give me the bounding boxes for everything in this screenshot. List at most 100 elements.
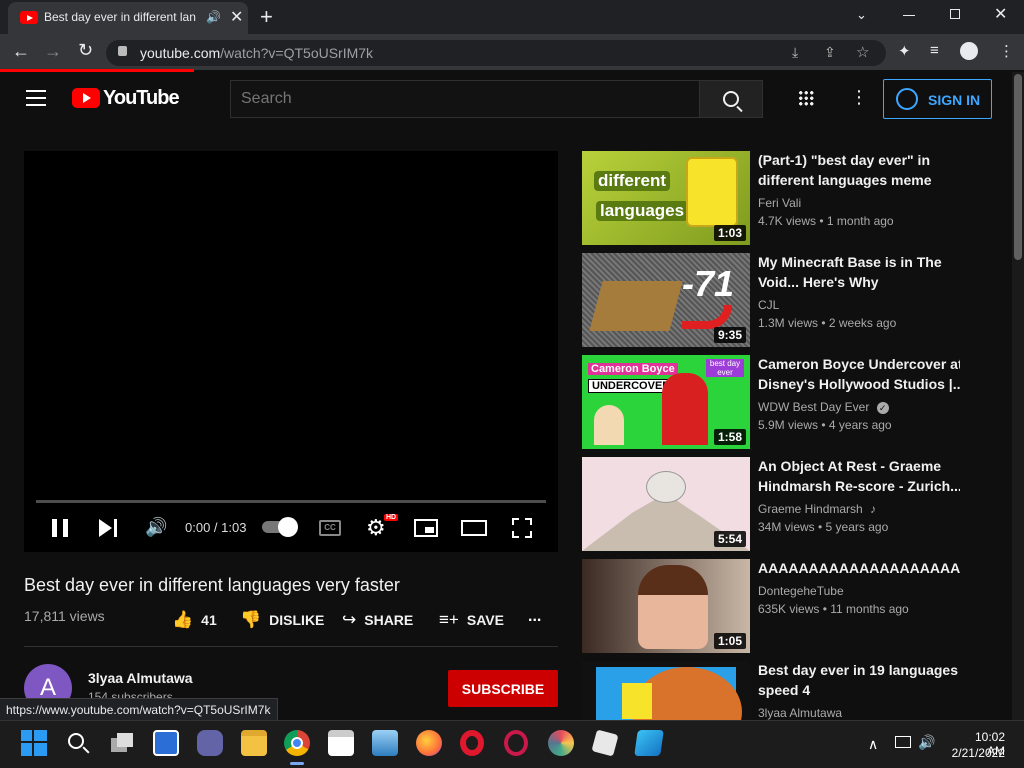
more-actions-icon[interactable]: ...	[528, 608, 541, 626]
sign-in-label: SIGN IN	[928, 92, 981, 108]
recommended-title[interactable]: speed 4	[758, 680, 960, 700]
sign-in-button[interactable]: SIGN IN	[883, 79, 992, 119]
recommended-title[interactable]: Best day ever in 19 languages	[758, 660, 960, 680]
theater-mode-icon[interactable]	[461, 520, 487, 536]
recommended-channel[interactable]: CJL	[758, 296, 779, 314]
channel-name[interactable]: 3lyaa Almutawa	[88, 670, 193, 686]
settings-dots-icon[interactable]: ⋮	[850, 87, 868, 108]
recommended-thumbnail[interactable]: different languages 1:03	[582, 151, 750, 245]
settings-gear-icon[interactable]: ⚙	[366, 515, 386, 541]
network-icon[interactable]	[895, 736, 911, 748]
browser-tab[interactable]: Best day ever in different lan 🔊 ✕	[8, 2, 248, 34]
share-page-icon[interactable]: ⇪	[824, 44, 836, 61]
recommended-thumbnail[interactable]: -71 9:35	[582, 253, 750, 347]
active-app-indicator	[290, 762, 304, 765]
photos-icon[interactable]	[372, 730, 398, 756]
recommended-title[interactable]: Cameron Boyce Undercover at	[758, 354, 960, 374]
recommended-thumbnail[interactable]: Cameron Boyce UNDERCOVER best day ever 1…	[582, 355, 750, 449]
pause-icon[interactable]	[52, 519, 68, 537]
install-icon[interactable]: ⤓	[792, 44, 798, 61]
widgets-icon[interactable]	[153, 730, 179, 756]
bookmark-star-icon[interactable]: ☆	[856, 43, 869, 61]
youtube-logo[interactable]: YouTube	[72, 87, 180, 109]
recommended-channel[interactable]: Graeme Hindmarsh ♪	[758, 500, 876, 518]
search-taskbar-icon[interactable]	[65, 730, 91, 756]
forward-icon[interactable]: →	[44, 41, 62, 62]
speaker-icon[interactable]: 🔊	[206, 10, 221, 24]
recommended-title[interactable]: An Object At Rest - Graeme	[758, 456, 960, 476]
extensions-icon[interactable]: ✦	[898, 42, 911, 60]
recommended-meta: 1.3M views • 2 weeks ago	[758, 316, 897, 330]
hair-image	[638, 565, 708, 595]
playlist-add-icon: ≡+	[439, 610, 459, 629]
minimize-icon[interactable]	[903, 15, 915, 16]
recommended-title[interactable]: different languages meme	[758, 170, 960, 190]
subscribe-button[interactable]: SUBSCRIBE	[448, 670, 558, 707]
like-button[interactable]: 👍 41	[172, 609, 217, 631]
autoplay-toggle[interactable]	[262, 517, 298, 537]
recommended-thumbnail[interactable]: 1:05	[582, 559, 750, 653]
video-player[interactable]: 🔊 0:00 / 1:03 CC ⚙ HD	[24, 151, 558, 552]
share-button[interactable]: ↪ SHARE	[342, 609, 413, 631]
address-bar[interactable]: youtube.com/watch?v=QT5oUSrIM7k ⤓ ⇪ ☆	[106, 40, 886, 66]
miniplayer-icon[interactable]	[414, 519, 438, 537]
microsoft-store-icon[interactable]	[328, 730, 354, 756]
dislike-button[interactable]: 👎 DISLIKE	[240, 609, 324, 631]
paint-icon[interactable]	[548, 730, 574, 756]
media-control-icon[interactable]: ≡	[930, 42, 939, 59]
share-arrow-icon: ↪	[342, 610, 357, 629]
chrome-icon[interactable]	[284, 730, 310, 756]
volume-icon[interactable]: 🔊	[145, 517, 167, 538]
search-button[interactable]	[699, 80, 763, 118]
duration-badge: 9:35	[713, 327, 746, 343]
opera-gx-icon[interactable]	[504, 730, 528, 756]
recommended-channel[interactable]: WDW Best Day Ever ✓	[758, 398, 889, 416]
verified-icon: ✓	[876, 402, 889, 414]
new-tab-button[interactable]: +	[260, 4, 273, 30]
firefox-icon[interactable]	[416, 730, 442, 756]
tray-chevron-icon[interactable]: ∧	[868, 736, 878, 753]
profile-icon[interactable]	[960, 42, 978, 60]
recommended-thumbnail[interactable]: 5:54	[582, 457, 750, 551]
back-icon[interactable]: ←	[12, 41, 30, 62]
thumb-caption: Cameron Boyce	[588, 363, 678, 375]
chrome-menu-icon[interactable]: ⋮	[999, 42, 1014, 60]
close-tab-icon[interactable]: ✕	[230, 7, 243, 27]
recommended-title[interactable]: My Minecraft Base is in The	[758, 252, 960, 272]
recommended-thumbnail[interactable]	[582, 661, 750, 720]
clock-date[interactable]: 2/21/2022	[950, 746, 1005, 760]
apps-grid-icon[interactable]	[798, 90, 814, 106]
recommended-title[interactable]: Hindmarsh Re-score - Zurich...	[758, 476, 960, 496]
child-image	[594, 405, 624, 445]
close-window-icon[interactable]: ✕	[994, 4, 1007, 24]
windows-start-icon[interactable]	[21, 730, 47, 756]
next-icon[interactable]	[99, 519, 117, 537]
save-button[interactable]: ≡+ SAVE	[439, 609, 504, 631]
recommended-channel[interactable]: DontegeheTube	[758, 582, 844, 600]
url-path: /watch?v=QT5oUSrIM7k	[220, 45, 374, 61]
recommended-title[interactable]: (Part-1) "best day ever" in	[758, 150, 960, 170]
tab-search-chevron-icon[interactable]: ⌄	[856, 7, 867, 23]
scrollbar-thumb[interactable]	[1014, 74, 1022, 260]
channel-name-text: Graeme Hindmarsh	[758, 502, 863, 516]
captions-icon[interactable]: CC	[319, 520, 341, 536]
recommended-title[interactable]: Disney's Hollywood Studios |...	[758, 374, 960, 394]
opera-icon[interactable]	[460, 730, 484, 756]
recommended-title[interactable]: AAAAAAAAAAAAAAAAAAAAA	[758, 558, 960, 578]
app-icon[interactable]	[634, 730, 664, 756]
file-explorer-icon[interactable]	[241, 730, 267, 756]
fullscreen-icon[interactable]	[512, 518, 532, 538]
youtube-play-logo-icon	[72, 88, 100, 108]
reload-icon[interactable]: ↻	[78, 40, 93, 61]
volume-tray-icon[interactable]: 🔊	[918, 734, 935, 751]
recommended-title[interactable]: Void... Here's Why	[758, 272, 960, 292]
hamburger-menu-icon[interactable]	[26, 90, 46, 106]
teams-chat-icon[interactable]	[197, 730, 223, 756]
spongebob-image	[622, 683, 652, 719]
recommended-channel[interactable]: Feri Vali	[758, 194, 801, 212]
search-input[interactable]	[230, 80, 700, 118]
recommended-meta: 4.7K views • 1 month ago	[758, 214, 894, 228]
progress-bar[interactable]	[36, 500, 546, 503]
task-view-icon[interactable]	[109, 730, 135, 756]
maximize-icon[interactable]	[950, 9, 960, 19]
